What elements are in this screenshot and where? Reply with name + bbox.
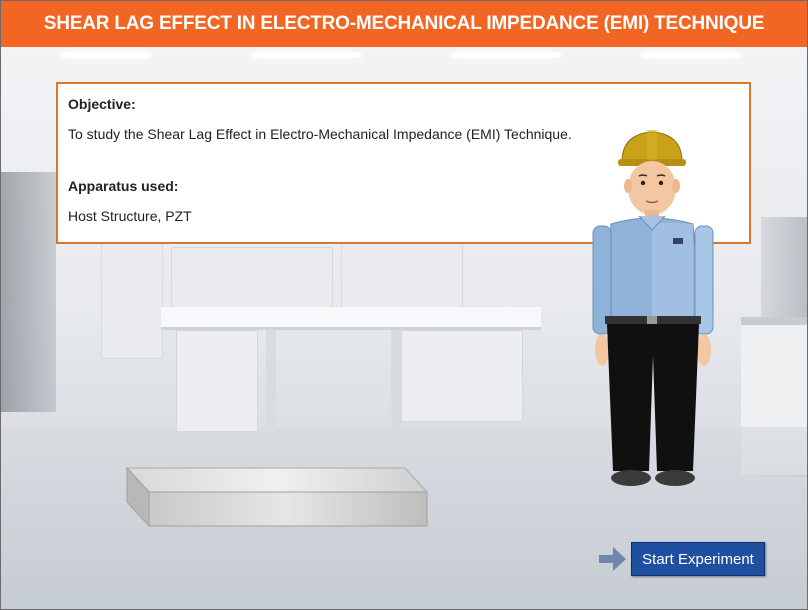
right-arrow-icon — [599, 547, 626, 571]
start-experiment-button[interactable]: Start Experiment — [631, 542, 765, 576]
objective-heading: Objective: — [68, 96, 136, 112]
app-frame: SHEAR LAG EFFECT IN ELECTRO-MECHANICAL I… — [0, 0, 808, 610]
metal-block — [125, 466, 429, 528]
engineer-character — [592, 130, 714, 486]
page-title: SHEAR LAG EFFECT IN ELECTRO-MECHANICAL I… — [1, 1, 807, 47]
